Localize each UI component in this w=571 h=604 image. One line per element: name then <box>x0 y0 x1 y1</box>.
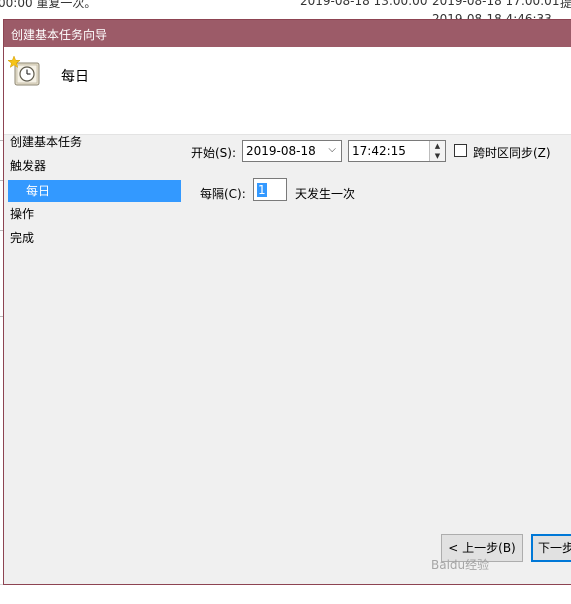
background-text-fragment: 00:00 重复一次。 <box>0 0 97 10</box>
start-date-value: 2019-08-18 <box>246 144 316 158</box>
watermark: Baidu经验 <box>431 558 490 572</box>
background-window-header: 00:00 重复一次。 2019-08-18 13:00:00 2019-08-… <box>0 0 571 20</box>
create-basic-task-wizard: 创建基本任务向导 每日 创建基本任务 触发器 每日 操作 完成 开始(S): 2… <box>4 20 571 584</box>
background-window-footer <box>0 584 571 604</box>
nav-step-finish[interactable]: 完成 <box>10 227 34 249</box>
background-text-fragment: 提 <box>560 0 571 10</box>
background-text-fragment: 2019-08-18 4:46:33 <box>432 12 552 20</box>
sync-timezone-label: 跨时区同步(Z) <box>473 146 551 160</box>
sync-timezone-checkbox[interactable] <box>454 144 467 157</box>
nav-step-create-basic-task[interactable]: 创建基本任务 <box>10 131 82 153</box>
next-button[interactable]: 下一步 <box>531 534 571 562</box>
window-title: 创建基本任务向导 <box>11 28 108 42</box>
nav-step-trigger[interactable]: 触发器 <box>10 155 46 177</box>
scheduled-task-clock-icon <box>7 55 42 88</box>
recur-label: 每隔(C): <box>200 187 246 201</box>
spin-down-icon[interactable]: ▼ <box>430 151 445 161</box>
background-text-fragment: 2019-08-18 17:00:01 <box>432 0 560 8</box>
header-divider <box>4 134 571 135</box>
background-text-fragment: 2019-08-18 13:00:00 <box>300 0 428 8</box>
start-date-picker[interactable]: 2019-08-18 ⌵ <box>242 140 342 162</box>
chevron-down-icon[interactable]: ⌵ <box>328 144 336 155</box>
time-spinner[interactable]: ▲ ▼ <box>429 141 445 161</box>
start-time-input[interactable]: 17:42:15 ▲ ▼ <box>348 140 446 162</box>
recur-suffix: 天发生一次 <box>295 187 356 201</box>
recur-days-value: 1 <box>257 183 267 197</box>
start-label: 开始(S): <box>191 146 237 160</box>
page-title: 每日 <box>61 69 89 85</box>
recur-days-input[interactable]: 1 <box>253 178 287 201</box>
nav-step-action[interactable]: 操作 <box>10 203 34 225</box>
start-time-value: 17:42:15 <box>352 144 406 158</box>
wizard-header: 每日 <box>4 47 571 134</box>
nav-step-daily[interactable]: 每日 <box>8 180 181 202</box>
title-bar[interactable]: 创建基本任务向导 <box>4 20 571 47</box>
